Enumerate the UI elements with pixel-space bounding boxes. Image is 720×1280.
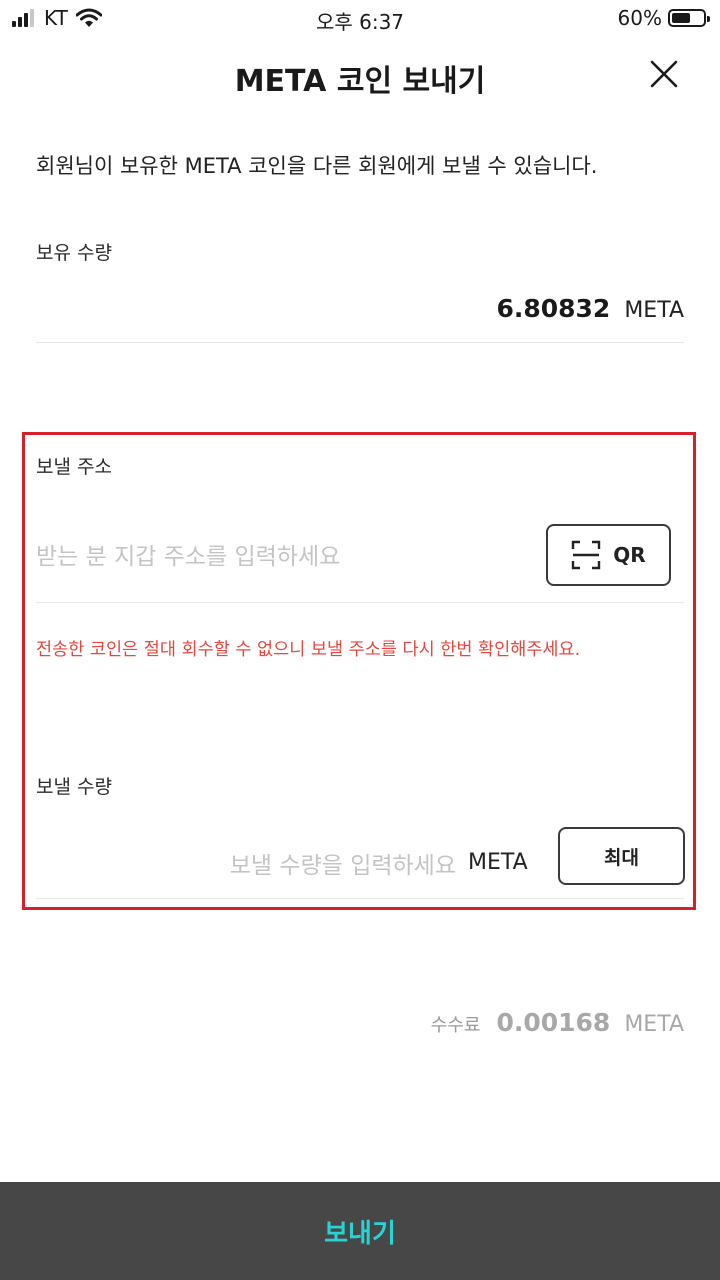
close-button[interactable] bbox=[646, 56, 682, 92]
amount-divider bbox=[36, 898, 684, 899]
fee-label: 수수료 bbox=[430, 1015, 481, 1036]
status-bar: KT 오후 6:37 60% bbox=[0, 0, 720, 38]
send-address-label: 보낼 주소 bbox=[36, 456, 112, 478]
max-button-label: 최대 bbox=[604, 846, 639, 869]
qr-scan-icon bbox=[572, 540, 601, 570]
send-amount-label: 보낼 수량 bbox=[36, 776, 112, 798]
status-right: 60% bbox=[617, 6, 710, 30]
intro-text: 회원님이 보유한 META 코인을 다른 회원에게 보낼 수 있습니다. bbox=[36, 154, 598, 178]
fee-value: 0.00168 bbox=[496, 1008, 611, 1037]
battery-icon bbox=[668, 9, 710, 27]
page-title: META 코인 보내기 bbox=[234, 64, 486, 99]
holdings-value: 6.80832 bbox=[496, 294, 611, 323]
send-button[interactable]: 보내기 bbox=[0, 1182, 720, 1280]
holdings-divider bbox=[36, 342, 684, 343]
address-warning: 전송한 코인은 절대 회수할 수 없으니 보낼 주소를 다시 한번 확인해주세요… bbox=[36, 640, 581, 660]
close-icon bbox=[650, 60, 678, 88]
holdings-label: 보유 수량 bbox=[36, 242, 112, 264]
battery-nub bbox=[707, 16, 710, 22]
send-button-label: 보내기 bbox=[324, 1218, 396, 1249]
amount-input[interactable] bbox=[150, 845, 456, 887]
address-input[interactable] bbox=[36, 536, 516, 578]
max-button[interactable]: 최대 bbox=[558, 827, 685, 885]
battery-percent: 60% bbox=[617, 6, 662, 30]
qr-button[interactable]: QR bbox=[546, 524, 671, 586]
fee-row: 수수료 0.00168 META bbox=[431, 1008, 684, 1037]
address-divider bbox=[36, 602, 684, 603]
holdings-row: 6.80832 META bbox=[496, 294, 684, 323]
holdings-unit: META bbox=[624, 298, 684, 323]
amount-unit: META bbox=[468, 850, 528, 875]
fee-unit: META bbox=[624, 1012, 684, 1037]
battery-fill bbox=[672, 13, 690, 23]
qr-button-label: QR bbox=[613, 543, 646, 567]
status-time: 오후 6:37 bbox=[315, 10, 405, 34]
